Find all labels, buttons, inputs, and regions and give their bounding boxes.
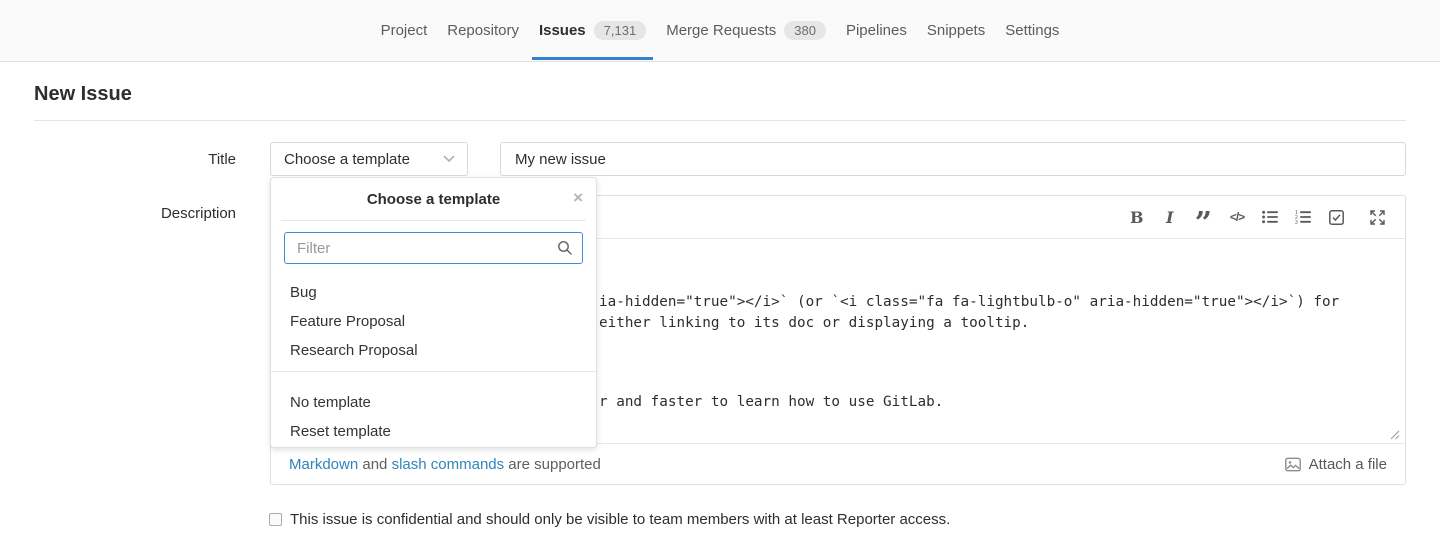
description-label: Description [0, 205, 236, 222]
template-actions: No template Reset template [271, 372, 596, 450]
image-attachment-icon [1285, 457, 1301, 472]
dropdown-title: Choose a template [367, 191, 500, 208]
project-nav: Project Repository Issues 7,131 Merge Re… [0, 0, 1440, 62]
close-icon[interactable]: × [573, 187, 583, 209]
dropdown-header-divider [281, 220, 586, 221]
nav-tab-label: Merge Requests [666, 22, 776, 39]
slash-commands-link[interactable]: slash commands [392, 456, 505, 473]
search-icon [557, 240, 573, 256]
template-filter-input[interactable] [284, 232, 583, 264]
textarea-text-line: r and faster to learn how to use GitLab. [599, 392, 943, 413]
title-label: Title [0, 151, 236, 168]
issues-count-badge: 7,131 [594, 21, 647, 40]
nav-tab-project[interactable]: Project [371, 0, 438, 61]
choose-template-button[interactable]: Choose a template [270, 142, 468, 176]
issue-title-input[interactable] [500, 142, 1406, 176]
markdown-support-note: Markdown and slash commands are supporte… [289, 456, 601, 473]
confidential-checkbox[interactable] [269, 513, 282, 526]
nav-tab-issues[interactable]: Issues 7,131 [529, 0, 656, 61]
numbered-list-icon[interactable]: 1 2 3 [1295, 205, 1311, 229]
italic-icon[interactable]: I [1162, 205, 1178, 229]
heading-divider [34, 120, 1406, 121]
textarea-text-line: ia-hidden="true"></i>` (or `<i class="fa… [599, 292, 1339, 313]
page-title: New Issue [34, 83, 132, 105]
bullet-list-icon[interactable] [1262, 205, 1278, 229]
note-text: and [358, 456, 391, 473]
nav-tab-label: Repository [447, 22, 519, 39]
nav-tab-label: Pipelines [846, 22, 907, 39]
textarea-text-line: either linking to its doc or displaying … [599, 313, 1029, 334]
merge-requests-count-badge: 380 [784, 21, 826, 40]
nav-tab-label: Snippets [927, 22, 985, 39]
task-list-icon[interactable] [1328, 205, 1344, 229]
code-icon[interactable]: </> [1229, 205, 1245, 229]
choose-template-button-label: Choose a template [284, 151, 410, 168]
dropdown-filter-wrap [284, 232, 583, 264]
quote-icon[interactable]: ” [1195, 205, 1212, 229]
note-text: are supported [504, 456, 601, 473]
chevron-down-icon [443, 155, 455, 163]
nav-tab-merge-requests[interactable]: Merge Requests 380 [656, 0, 836, 61]
bold-icon[interactable]: B [1129, 205, 1145, 229]
nav-tab-settings[interactable]: Settings [995, 0, 1069, 61]
nav-tab-repository[interactable]: Repository [437, 0, 529, 61]
template-option-feature-proposal[interactable]: Feature Proposal [271, 307, 596, 336]
reset-template-option[interactable]: Reset template [271, 417, 596, 446]
attach-file-label: Attach a file [1309, 456, 1387, 473]
confidential-label[interactable]: This issue is confidential and should on… [290, 511, 950, 528]
nav-tab-label: Issues [539, 22, 586, 39]
nav-tab-pipelines[interactable]: Pipelines [836, 0, 917, 61]
attach-file-button[interactable]: Attach a file [1285, 456, 1387, 473]
confidential-row: This issue is confidential and should on… [269, 511, 950, 528]
fullscreen-icon[interactable] [1369, 205, 1385, 229]
no-template-option[interactable]: No template [271, 388, 596, 417]
svg-text:3: 3 [1295, 220, 1298, 224]
template-option-research-proposal[interactable]: Research Proposal [271, 336, 596, 365]
markdown-link[interactable]: Markdown [289, 456, 358, 473]
nav-tab-label: Project [381, 22, 428, 39]
nav-tab-snippets[interactable]: Snippets [917, 0, 995, 61]
nav-tab-label: Settings [1005, 22, 1059, 39]
textarea-resize-handle[interactable] [1389, 429, 1400, 440]
dropdown-header: Choose a template × [271, 178, 596, 220]
template-option-bug[interactable]: Bug [271, 278, 596, 307]
template-dropdown-panel: Choose a template × Bug Feature Proposal… [270, 177, 597, 448]
template-list: Bug Feature Proposal Research Proposal [271, 272, 596, 371]
